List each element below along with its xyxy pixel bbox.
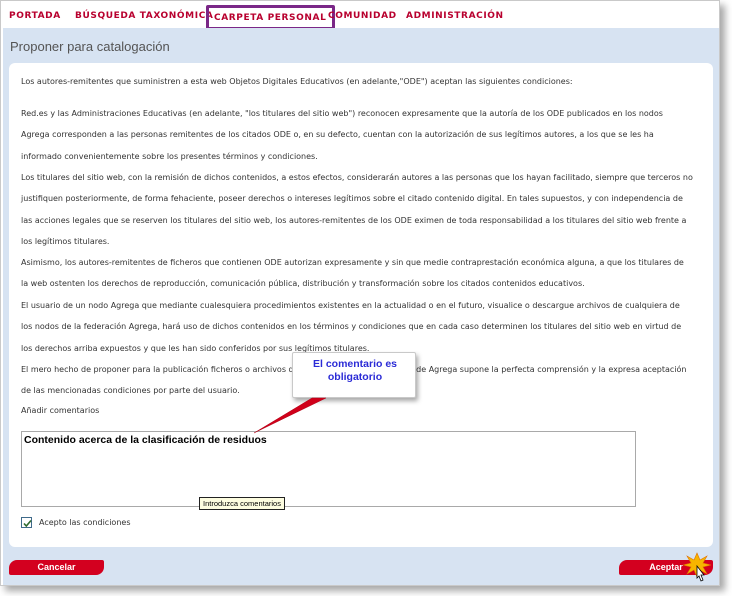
callout-note: El comentario es obligatorio — [292, 352, 416, 398]
check-icon — [23, 519, 32, 528]
conditions-paragraph: Asimismo, los autores-remitentes de fich… — [21, 258, 684, 289]
accept-conditions-checkbox[interactable] — [21, 517, 32, 528]
callout-text: El comentario es obligatorio — [312, 358, 398, 383]
nav-portada[interactable]: PORTADA — [9, 11, 61, 21]
conditions-paragraph: El usuario de un nodo Agrega que mediant… — [21, 301, 682, 353]
comment-label: Añadir comentarios — [21, 406, 100, 415]
browser-frame: PORTADA BÚSQUEDA TAXONÓMICA CARPETA PERS… — [0, 0, 720, 586]
conditions-paragraph: Los autores-remitentes que suministren a… — [21, 77, 573, 86]
cancel-button[interactable]: Cancelar — [9, 560, 104, 575]
nav-comunidad[interactable]: COMUNIDAD — [328, 11, 397, 21]
nav-administracion[interactable]: ADMINISTRACIÓN — [406, 11, 504, 21]
comment-textarea[interactable]: Contenido acerca de la clasificación de … — [21, 431, 636, 507]
nav-carpeta-personal[interactable]: CARPETA PERSONAL — [206, 5, 336, 30]
accept-conditions-label: Acepto las condiciones — [39, 518, 131, 527]
nav-busqueda-taxonomica[interactable]: BÚSQUEDA TAXONÓMICA — [75, 11, 213, 21]
accept-button[interactable]: Aceptar — [619, 560, 713, 575]
conditions-paragraph: Red.es y las Administraciones Educativas… — [21, 109, 663, 161]
comment-text: Contenido acerca de la clasificación de … — [24, 434, 267, 446]
page-area: Proponer para catalogación Los autores-r… — [3, 28, 719, 585]
top-navigation: PORTADA BÚSQUEDA TAXONÓMICA CARPETA PERS… — [1, 1, 719, 30]
page-title: Proponer para catalogación — [10, 39, 170, 54]
conditions-panel: Los autores-remitentes que suministren a… — [9, 63, 713, 547]
comment-tooltip: Introduzca comentarios — [199, 497, 285, 510]
conditions-paragraph: Los titulares del sitio web, con la remi… — [21, 173, 693, 246]
